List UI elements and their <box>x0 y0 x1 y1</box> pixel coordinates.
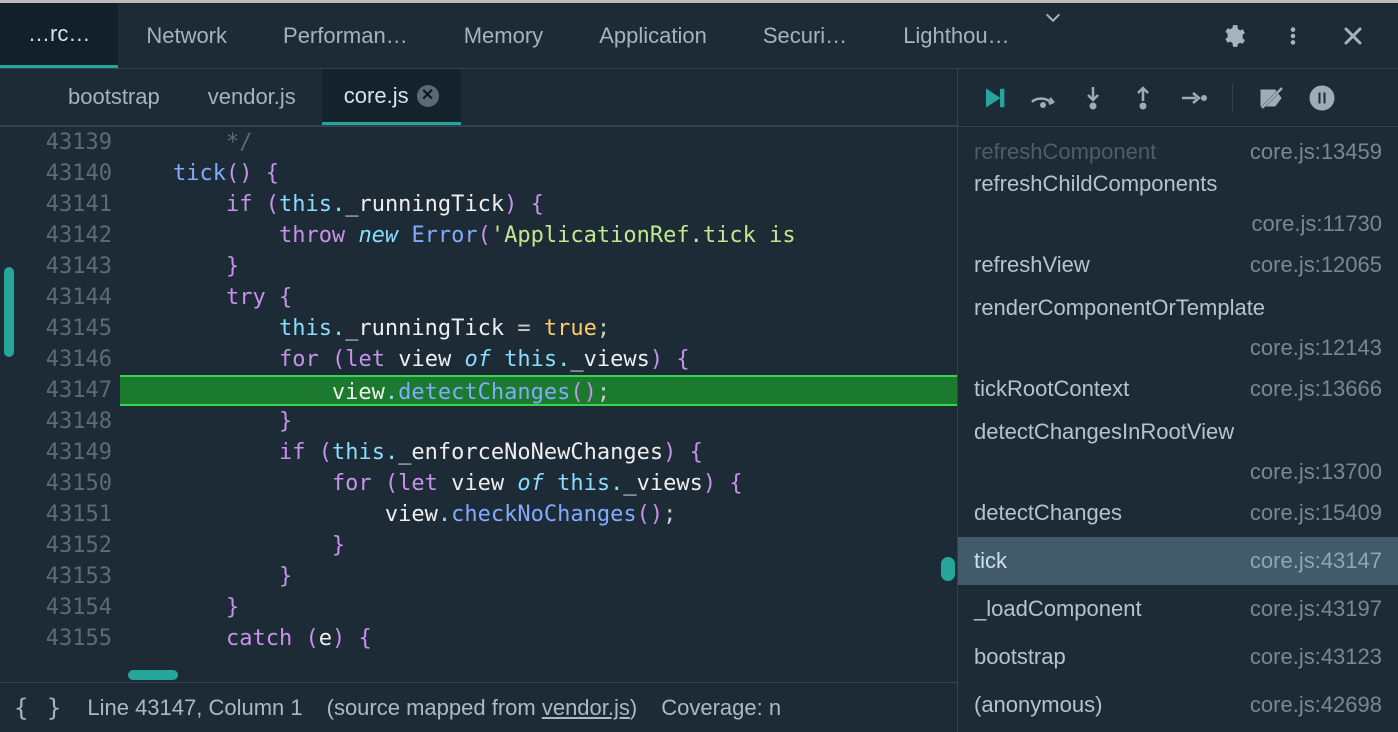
file-tab-bootstrap[interactable]: bootstrap <box>46 69 182 125</box>
tab-sources-truncated[interactable]: …rc… <box>0 3 118 68</box>
scrollbar-right[interactable] <box>941 557 955 581</box>
code-line[interactable]: } <box>120 530 957 561</box>
callstack-row[interactable]: _loadComponentcore.js:43197 <box>958 585 1398 633</box>
tab-performance[interactable]: Performan… <box>255 3 436 68</box>
code-line[interactable]: tick() { <box>120 158 957 189</box>
tab-lighthouse[interactable]: Lighthou… <box>875 3 1037 68</box>
tab-network[interactable]: Network <box>118 3 255 68</box>
code-lines[interactable]: */ tick() { if (this._runningTick) { thr… <box>120 127 957 682</box>
source-map-link[interactable]: vendor.js <box>542 695 630 720</box>
code-line[interactable]: this._runningTick = true; <box>120 313 957 344</box>
code-line[interactable]: view.detectChanges(); <box>120 375 957 406</box>
code-line[interactable]: catch (e) { <box>120 623 957 654</box>
step-out-icon[interactable] <box>1128 83 1158 113</box>
tab-security[interactable]: Securi… <box>735 3 875 68</box>
deactivate-breakpoints-icon[interactable] <box>1257 83 1287 113</box>
code-line[interactable]: for (let view of this._views) { <box>120 468 957 499</box>
devtools-tabs: …rc… Network Performan… Memory Applicati… <box>0 3 1398 69</box>
code-line[interactable]: } <box>120 251 957 282</box>
scrollbar-horizontal[interactable] <box>128 670 178 680</box>
callstack-row[interactable]: tickcore.js:43147 <box>958 537 1398 585</box>
source-map-info: (source mapped from vendor.js) <box>327 695 638 721</box>
callstack-row[interactable]: refreshChildComponentscore.js:11730 <box>958 165 1398 241</box>
code-line[interactable]: */ <box>120 127 957 158</box>
callstack-row[interactable]: detectChangescore.js:15409 <box>958 489 1398 537</box>
open-file-tabs: bootstrap vendor.js core.js ✕ <box>0 69 957 127</box>
line-number-gutter: 4313943140431414314243143431444314543146… <box>0 127 120 682</box>
cursor-position: Line 43147, Column 1 <box>87 695 302 721</box>
navigator-toggle-icon[interactable] <box>8 80 42 114</box>
resume-icon[interactable] <box>978 83 1008 113</box>
callstack-row[interactable]: detectChangesInRootViewcore.js:13700 <box>958 413 1398 489</box>
file-tab-core-label: core.js <box>344 83 409 109</box>
pretty-print-icon[interactable]: { } <box>14 694 63 722</box>
callstack-row[interactable]: refreshViewcore.js:12065 <box>958 241 1398 289</box>
code-line[interactable]: if (this._enforceNoNewChanges) { <box>120 437 957 468</box>
code-line[interactable]: for (let view of this._views) { <box>120 344 957 375</box>
code-editor[interactable]: 4313943140431414314243143431444314543146… <box>0 127 957 682</box>
tab-memory[interactable]: Memory <box>436 3 571 68</box>
callstack-row[interactable]: bootstrapcore.js:43123 <box>958 633 1398 681</box>
callstack-row[interactable]: (anonymous)core.js:42698 <box>958 681 1398 729</box>
file-tab-core[interactable]: core.js ✕ <box>322 69 461 125</box>
scrollbar-left[interactable] <box>4 267 14 357</box>
coverage-info: Coverage: n <box>661 695 781 721</box>
code-line[interactable]: } <box>120 561 957 592</box>
file-tab-vendor[interactable]: vendor.js <box>186 69 318 125</box>
call-stack[interactable]: refreshComponentcore.js:13459refreshChil… <box>958 127 1398 732</box>
devtools-actions <box>1208 3 1398 68</box>
callstack-row[interactable]: renderComponentOrTemplatecore.js:12143 <box>958 289 1398 365</box>
debugger-toggle-icon[interactable] <box>915 80 949 114</box>
close-file-icon[interactable]: ✕ <box>417 85 439 107</box>
kebab-menu-icon[interactable] <box>1278 21 1308 51</box>
code-line[interactable]: } <box>120 592 957 623</box>
code-line[interactable]: throw new Error('ApplicationRef.tick is <box>120 220 957 251</box>
code-line[interactable]: if (this._runningTick) { <box>120 189 957 220</box>
more-files-icon[interactable] <box>465 80 499 114</box>
code-line[interactable]: view.checkNoChanges(); <box>120 499 957 530</box>
pause-exceptions-icon[interactable] <box>1307 83 1337 113</box>
settings-gear-icon[interactable] <box>1218 21 1248 51</box>
step-icon[interactable] <box>1178 83 1208 113</box>
callstack-row[interactable]: refreshComponentcore.js:13459 <box>958 127 1398 165</box>
code-line[interactable]: try { <box>120 282 957 313</box>
tabs-overflow-icon[interactable] <box>1038 3 1068 33</box>
sources-panel: bootstrap vendor.js core.js ✕ 4313943140… <box>0 69 958 732</box>
callstack-row[interactable]: tickRootContextcore.js:13666 <box>958 365 1398 413</box>
code-line[interactable]: } <box>120 406 957 437</box>
debugger-panel: refreshComponentcore.js:13459refreshChil… <box>958 69 1398 732</box>
tab-application[interactable]: Application <box>571 3 735 68</box>
debugger-toolbar <box>958 69 1398 127</box>
step-into-icon[interactable] <box>1078 83 1108 113</box>
editor-status-bar: { } Line 43147, Column 1 (source mapped … <box>0 682 957 732</box>
close-devtools-icon[interactable] <box>1338 21 1368 51</box>
step-over-icon[interactable] <box>1028 83 1058 113</box>
